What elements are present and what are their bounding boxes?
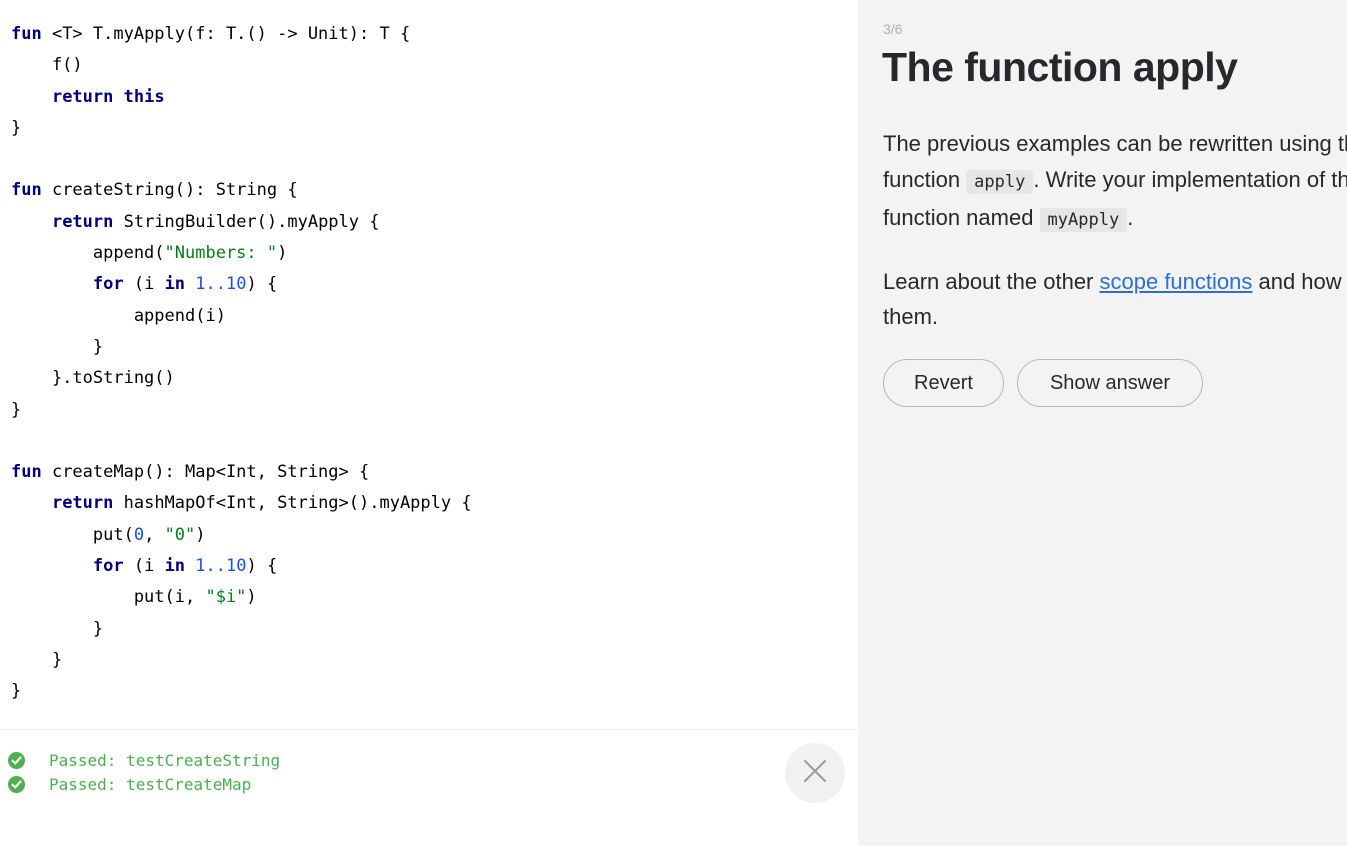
code-token: this — [123, 86, 165, 107]
code-editor[interactable]: fun <T> T.myApply(f: T.() -> Unit): T { … — [0, 0, 858, 729]
check-circle-icon — [8, 751, 25, 769]
code-line: for (i in 1..10) { — [11, 269, 472, 300]
code-token: put( — [11, 524, 134, 545]
code-content[interactable]: fun <T> T.myApply(f: T.() -> Unit): T { … — [11, 19, 472, 708]
task-description: The previous examples can be rewritten u… — [883, 126, 1347, 238]
code-token: } — [11, 336, 104, 357]
code-line: put(i, "$i") — [11, 582, 472, 613]
code-token: append( — [11, 243, 165, 264]
code-line: fun createMap(): Map<Int, String> { — [11, 457, 472, 488]
description-text: . — [1127, 205, 1134, 230]
code-token: createString(): String { — [41, 180, 298, 201]
close-output-button[interactable] — [785, 743, 845, 803]
code-token: } — [11, 399, 22, 420]
code-token: } — [11, 117, 22, 138]
code-token: } — [11, 649, 63, 670]
code-token: ) — [195, 524, 206, 545]
code-line: append("Numbers: ") — [11, 238, 472, 269]
code-token: , — [144, 524, 165, 545]
code-token: "0" — [164, 524, 196, 545]
task-title: The function apply — [882, 44, 1238, 90]
code-token: ) — [246, 587, 257, 608]
code-line: } — [11, 332, 472, 363]
code-token: return — [51, 86, 114, 107]
code-token: in — [164, 556, 186, 577]
show-answer-button[interactable]: Show answer — [1017, 359, 1203, 407]
code-token: for — [92, 556, 124, 577]
test-result: Passed: testCreateString — [8, 748, 280, 772]
code-token: fun — [11, 180, 42, 201]
close-icon — [803, 759, 827, 788]
code-token: 1..10 — [195, 274, 247, 295]
code-token: fun — [11, 24, 42, 44]
test-result-label: Passed: testCreateString — [49, 750, 281, 770]
code-token: <T> T.myApply(f: T.() -> Unit): T { — [41, 24, 411, 44]
task-learn-more: Learn about the other scope functions an… — [883, 264, 1347, 334]
code-token: return — [51, 211, 114, 232]
code-token: put(i, — [11, 587, 206, 608]
code-token: "$i" — [205, 587, 247, 608]
code-line: for (i in 1..10) { — [11, 551, 472, 582]
code-token: fun — [11, 462, 42, 483]
code-token: } — [11, 618, 104, 639]
code-line: put(0, "0") — [11, 520, 472, 551]
code-token: StringBuilder().myApply { — [113, 211, 380, 232]
code-token: (i — [123, 274, 165, 295]
code-line: } — [11, 395, 472, 426]
task-panel: 3/6 The function apply The previous exam… — [858, 0, 1347, 846]
check-circle-icon — [8, 775, 25, 793]
code-token: in — [164, 274, 186, 295]
code-token: createMap(): Map<Int, String> { — [41, 462, 370, 483]
code-token: ) — [277, 243, 288, 264]
code-line: return hashMapOf<Int, String>().myApply … — [11, 488, 472, 519]
code-token: 0 — [133, 524, 145, 545]
code-token: }.toString() — [11, 368, 175, 389]
test-result: Passed: testCreateMap — [8, 772, 251, 796]
code-line: fun <T> T.myApply(f: T.() -> Unit): T { — [11, 19, 472, 50]
test-result-label: Passed: testCreateMap — [49, 774, 252, 794]
code-line: append(i) — [11, 301, 472, 332]
code-line: } — [11, 614, 472, 645]
code-token: 1..10 — [195, 556, 247, 577]
code-line: } — [11, 645, 472, 676]
learn-more-text: Learn about the other — [883, 269, 1100, 294]
code-token: "Numbers: " — [164, 243, 278, 264]
code-token: ) { — [246, 556, 278, 577]
test-output-panel: Passed: testCreateString Passed: testCre… — [0, 729, 858, 847]
inline-code-myapply: myApply — [1039, 208, 1128, 232]
code-token: append(i) — [11, 305, 226, 326]
code-token: (i — [123, 556, 165, 577]
code-token: hashMapOf<Int, String>().myApply { — [113, 493, 472, 514]
scope-functions-link[interactable]: scope functions — [1100, 269, 1253, 294]
code-token: } — [11, 681, 22, 702]
code-token: return — [51, 493, 114, 514]
code-line: return this — [11, 82, 472, 113]
code-token: for — [92, 274, 124, 295]
code-line: }.toString() — [11, 363, 472, 394]
code-token: ) { — [246, 274, 278, 295]
code-token: f() — [11, 55, 83, 76]
step-counter: 3/6 — [883, 21, 903, 37]
inline-code-apply: apply — [966, 170, 1034, 194]
code-line: fun createString(): String { — [11, 175, 472, 206]
code-line: } — [11, 676, 472, 707]
code-line: f() — [11, 50, 472, 81]
code-line: return StringBuilder().myApply { — [11, 207, 472, 238]
code-line: } — [11, 113, 472, 144]
revert-button[interactable]: Revert — [883, 359, 1004, 407]
